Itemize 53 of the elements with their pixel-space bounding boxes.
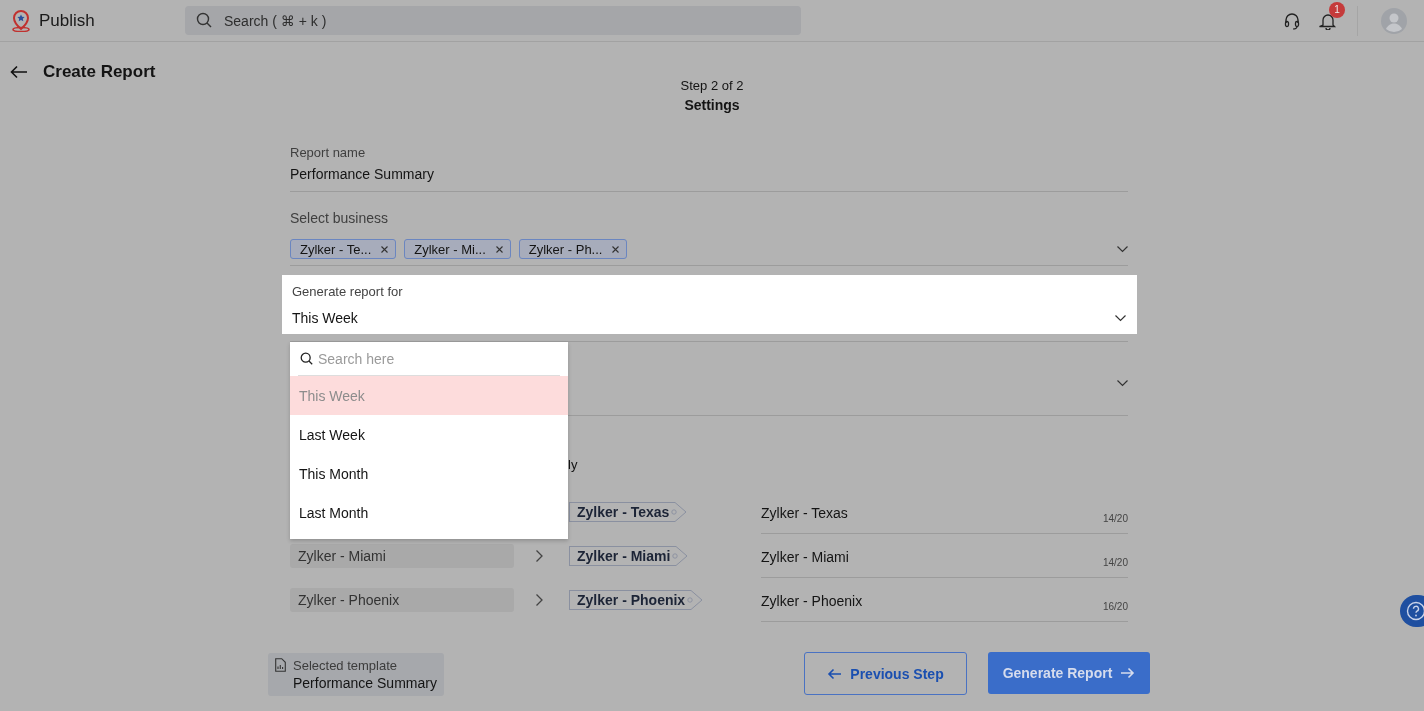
template-label: Selected template <box>293 658 399 673</box>
step-indicator: Step 2 of 2 <box>680 78 744 93</box>
hint-text: ly <box>568 457 578 472</box>
tag-pointer-icon <box>687 590 704 610</box>
business-name: Zylker - Miami <box>761 548 849 565</box>
dropdown-option[interactable]: Last Month <box>290 493 568 532</box>
source-business-field: Zylker - Miami <box>290 544 514 568</box>
chip-label: Zylker - Te... <box>300 241 372 257</box>
chevron-right-icon <box>536 550 543 562</box>
close-icon[interactable] <box>612 245 620 253</box>
field-value: This Week <box>292 310 358 326</box>
dropdown-option[interactable]: This Month <box>290 454 568 493</box>
arrow-right-icon <box>1120 667 1136 679</box>
back-arrow-icon[interactable] <box>10 65 28 79</box>
page-title: Create Report <box>43 62 156 82</box>
chevron-down-icon <box>1117 245 1128 253</box>
logo-icon <box>11 9 31 32</box>
business-select[interactable]: Zylker - Te... Zylker - Mi... Zylker - Ph... <box>290 226 1128 266</box>
previous-step-button[interactable]: Previous Step <box>804 652 967 695</box>
generate-report-button[interactable]: Generate Report <box>988 652 1150 694</box>
field-label: Generate report for <box>292 284 404 299</box>
field-label: Report name <box>290 145 367 160</box>
chevron-down-icon <box>1115 314 1126 322</box>
search-field[interactable]: Search ( ⌘ + k ) <box>185 6 801 35</box>
character-count: 14/20 <box>1102 513 1128 524</box>
help-button[interactable] <box>1400 595 1424 627</box>
tag-pointer-icon <box>671 502 688 522</box>
step-title: Settings <box>684 97 740 113</box>
chevron-down-icon <box>1117 380 1128 387</box>
headset-icon[interactable] <box>1283 11 1301 30</box>
business-name: Zylker - Phoenix <box>761 592 863 609</box>
character-count: 14/20 <box>1102 557 1128 568</box>
source-business-field: Zylker - Phoenix <box>290 588 514 612</box>
report-name-field[interactable]: Report name Performance Summary <box>290 145 1128 192</box>
chevron-right-icon <box>536 594 543 606</box>
field-label: Select business <box>290 210 390 226</box>
report-period-select[interactable]: Generate report for This Week <box>282 275 1137 334</box>
dropdown-option[interactable]: Last Week <box>290 415 568 454</box>
chip-label: Zylker - Mi... <box>414 241 486 257</box>
business-name: Zylker - Texas <box>761 504 848 521</box>
bell-icon[interactable] <box>1319 11 1337 30</box>
document-chart-icon <box>275 658 286 672</box>
template-name: Performance Summary <box>293 675 437 691</box>
app-name: Publish <box>39 10 95 31</box>
field-value: Performance Summary <box>290 166 435 182</box>
tag-pointer-icon <box>672 546 689 566</box>
help-icon <box>1406 601 1424 621</box>
close-icon[interactable] <box>381 245 389 253</box>
arrow-left-icon <box>827 667 843 680</box>
notification-badge: 1 <box>1329 1 1345 18</box>
chip-label: Zylker - Ph... <box>528 241 603 257</box>
close-icon[interactable] <box>495 245 503 253</box>
character-count: 16/20 <box>1102 601 1128 612</box>
